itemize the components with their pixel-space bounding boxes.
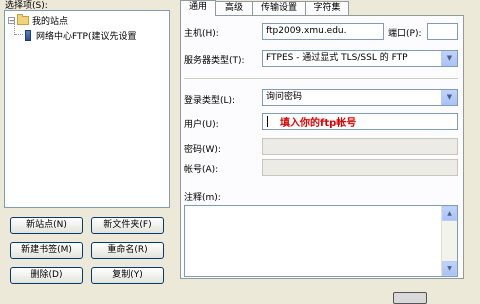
port-input[interactable] bbox=[427, 23, 458, 40]
logon-type-select[interactable]: 询问密码 ▼ bbox=[262, 89, 458, 106]
annotation-text: 填入你的ftp帐号 bbox=[280, 118, 357, 129]
delete-button[interactable]: 删除(D) bbox=[10, 267, 83, 284]
user-label: 用户(U): bbox=[184, 120, 219, 130]
port-label: 端口(P): bbox=[388, 29, 422, 39]
new-site-button[interactable]: 新站点(N) bbox=[10, 217, 83, 234]
collapse-icon[interactable]: − bbox=[8, 17, 15, 25]
dialog-button[interactable] bbox=[393, 292, 427, 304]
general-tab-page: 主机(H): ftp2009.xmu.edu. 端口(P): 服务器类型(T):… bbox=[180, 15, 464, 279]
text-caret bbox=[267, 116, 268, 127]
tree-connector bbox=[15, 34, 23, 35]
account-input bbox=[262, 159, 458, 176]
rename-button[interactable]: 重命名(R) bbox=[91, 242, 164, 259]
account-label: 帐号(A): bbox=[184, 165, 219, 175]
arrow-up-icon[interactable]: ▲ bbox=[442, 206, 457, 221]
tree-item-label: 网络中心FTP(建议先设置 bbox=[36, 32, 137, 42]
comments-textarea[interactable]: ▲ ▼ bbox=[184, 205, 458, 277]
server-type-value: FTPES - 通过显式 TLS/SSL 的 FTP bbox=[266, 53, 408, 63]
tab-general[interactable]: 通用 bbox=[180, 0, 216, 16]
logon-type-label: 登录类型(L): bbox=[184, 96, 236, 106]
folder-icon bbox=[17, 14, 29, 25]
tree-item-ftp-site[interactable]: 网络中心FTP(建议先设置 bbox=[25, 29, 137, 42]
tab-charset[interactable]: 字符集 bbox=[305, 1, 349, 15]
comments-label: 注释(m): bbox=[184, 193, 221, 203]
server-type-select[interactable]: FTPES - 通过显式 TLS/SSL 的 FTP ▼ bbox=[262, 50, 458, 67]
ftp-site-icon bbox=[25, 30, 31, 41]
chevron-down-icon[interactable]: ▼ bbox=[441, 90, 457, 105]
tree-item-label: 我的站点 bbox=[32, 17, 69, 27]
scrollbar[interactable]: ▲ ▼ bbox=[441, 206, 457, 276]
host-input[interactable]: ftp2009.xmu.edu. bbox=[262, 23, 384, 40]
new-folder-button[interactable]: 新文件夹(F) bbox=[91, 217, 164, 234]
arrow-down-icon[interactable]: ▼ bbox=[442, 261, 457, 276]
tree-item-my-sites[interactable]: − 我的站点 bbox=[8, 14, 68, 27]
divider bbox=[184, 78, 458, 79]
password-input bbox=[262, 138, 458, 155]
new-bookmark-button[interactable]: 新建书签(M) bbox=[10, 242, 83, 259]
tab-transfer-settings[interactable]: 传输设置 bbox=[252, 1, 306, 15]
tab-advanced[interactable]: 高级 bbox=[215, 1, 253, 15]
copy-button[interactable]: 复制(Y) bbox=[91, 267, 164, 284]
password-label: 密码(W): bbox=[184, 145, 221, 155]
host-label: 主机(H): bbox=[184, 29, 219, 39]
server-type-label: 服务器类型(T): bbox=[184, 56, 245, 66]
chevron-down-icon[interactable]: ▼ bbox=[441, 51, 457, 66]
window-edge bbox=[464, 0, 480, 300]
logon-type-value: 询问密码 bbox=[266, 92, 303, 102]
site-tree[interactable]: − 我的站点 网络中心FTP(建议先设置 bbox=[4, 10, 170, 208]
